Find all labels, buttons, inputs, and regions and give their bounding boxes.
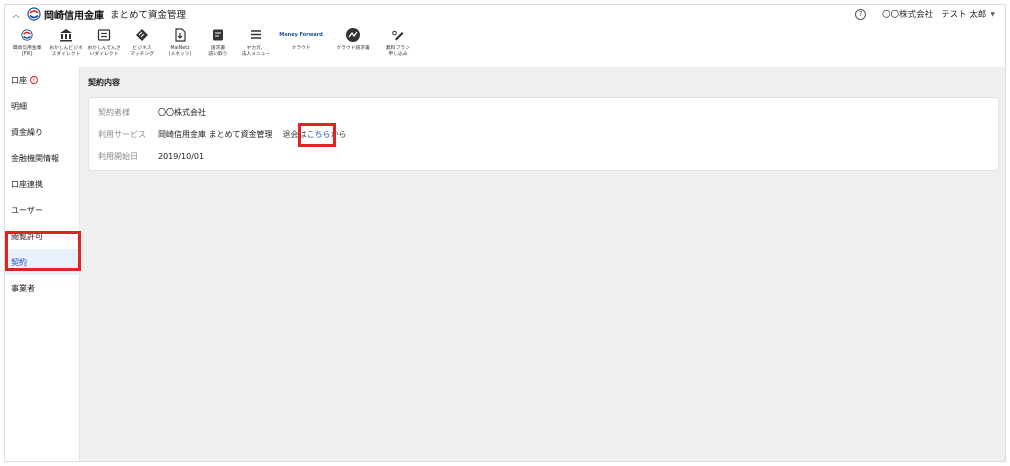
bank-logo-icon — [21, 26, 33, 44]
row-value: 2019/10/01 — [158, 151, 205, 161]
sidebar-item-label: 事業者 — [11, 283, 35, 293]
menu-lines-icon — [249, 26, 263, 44]
sidebar-item-users[interactable]: ユーザー — [5, 197, 79, 223]
app-window: ︿ 岡崎信用金庫 まとめて資金管理 ? 〇〇株式会社 テスト 太郎 ▼ 岡崎信用… — [4, 4, 1006, 462]
row-key: 利用開始日 — [98, 151, 138, 161]
tool-label: おかしんビジネ スダイレクト — [49, 46, 83, 57]
tool-mainetz[interactable]: MaiNetz (メネッツ) — [161, 23, 199, 58]
document-list-icon — [97, 26, 111, 44]
page-title: 契約内容 — [88, 78, 120, 87]
header-right: ? 〇〇株式会社 テスト 太郎 ▼ — [855, 5, 995, 23]
sidebar-item-label: 明細 — [11, 101, 27, 111]
row-key: 契約者様 — [98, 107, 130, 117]
company-name: 〇〇株式会社 — [882, 10, 934, 20]
sidebar-item-institutions[interactable]: 金融機関情報 — [5, 145, 79, 171]
bank-logo-icon — [27, 7, 41, 21]
tool-bank-fr[interactable]: 岡崎信用金庫 [FR] — [7, 23, 47, 58]
bank-building-icon — [59, 26, 73, 44]
tool-label: 無料プラン 申し込み — [386, 46, 410, 57]
cloud-invoice-icon — [345, 26, 361, 44]
tool-mf-cloud[interactable]: Money Forward クラウド — [275, 23, 327, 52]
tool-business-direct[interactable]: おかしんビジネ スダイレクト — [47, 23, 85, 58]
row-value: 岡崎信用金庫 まとめて資金管理 — [158, 129, 273, 139]
row-value: 〇〇株式会社 — [158, 107, 206, 117]
app-name: まとめて資金管理 — [110, 10, 187, 21]
highlight-box-contract — [5, 231, 81, 271]
contract-row-start-date: 利用開始日 2019/10/01 — [98, 150, 204, 162]
tool-label: ビジネス マッチング — [130, 46, 154, 57]
main-content: 契約内容 契約者様 〇〇株式会社 利用サービス 岡崎信用金庫 まとめて資金管理 … — [80, 67, 1005, 461]
tool-cloud-invoice[interactable]: クラウド請求書 — [327, 23, 379, 52]
sidebar-item-accounts[interactable]: 口座 ! — [5, 67, 79, 93]
sidebar-item-statements[interactable]: 明細 — [5, 93, 79, 119]
tool-label: ヤカガ、 法人メニュー — [241, 46, 271, 57]
bank-name: 岡崎信用金庫 — [44, 10, 104, 22]
sidebar-item-label: 金融機関情報 — [11, 153, 59, 163]
file-download-icon — [173, 26, 187, 44]
sidebar-item-label: ユーザー — [11, 205, 43, 215]
handshake-icon — [135, 26, 149, 44]
money-forward-brand: Money Forward — [279, 32, 323, 38]
tool-corporate-menu[interactable]: ヤカガ、 法人メニュー — [237, 23, 275, 58]
tool-label: クラウド — [291, 46, 311, 51]
row-key: 利用サービス — [98, 129, 146, 139]
tool-densai-direct[interactable]: おかしんでんさ いダイレクト — [85, 23, 123, 58]
chevron-down-icon[interactable]: ▼ — [990, 11, 995, 18]
tool-label: おかしんでんさ いダイレクト — [87, 46, 121, 57]
sidebar-item-label: 口座連携 — [11, 179, 43, 189]
pen-signup-icon — [391, 26, 405, 44]
sidebar-item-cashflow[interactable]: 資金繰り — [5, 119, 79, 145]
sidebar-item-account-link[interactable]: 口座連携 — [5, 171, 79, 197]
chevron-up-icon[interactable]: ︿ — [9, 9, 23, 20]
sidebar-item-label: 資金繰り — [11, 127, 43, 137]
service-toolbar: 岡崎信用金庫 [FR] おかしんビジネ スダイレクト おかしんでんさ いダイレク… — [5, 23, 1005, 67]
tool-label: MaiNetz (メネッツ) — [168, 46, 192, 57]
money-forward-logo: Money Forward — [279, 26, 323, 44]
tool-invoice-reading[interactable]: 請求書 読い取り — [199, 23, 237, 58]
tool-business-matching[interactable]: ビジネス マッチング — [123, 23, 161, 58]
contract-row-holder: 契約者様 〇〇株式会社 — [98, 106, 206, 118]
sidebar-item-label: 口座 — [11, 75, 27, 85]
top-header: ︿ 岡崎信用金庫 まとめて資金管理 ? 〇〇株式会社 テスト 太郎 ▼ — [5, 5, 1005, 23]
highlight-box-withdraw-link — [298, 123, 336, 147]
tool-label: クラウド請求書 — [336, 46, 370, 51]
tool-label: 岡崎信用金庫 [FR] — [12, 46, 42, 57]
user-menu[interactable]: テスト 太郎 — [941, 8, 986, 20]
alert-icon: ! — [30, 76, 38, 84]
help-icon[interactable]: ? — [855, 8, 867, 20]
invoice-icon — [211, 26, 225, 44]
contract-card: 契約者様 〇〇株式会社 利用サービス 岡崎信用金庫 まとめて資金管理 退会はこち… — [88, 97, 999, 171]
tool-label: 請求書 読い取り — [208, 46, 228, 57]
sidebar-item-business[interactable]: 事業者 — [5, 275, 79, 301]
tool-free-plan[interactable]: 無料プラン 申し込み — [379, 23, 417, 58]
